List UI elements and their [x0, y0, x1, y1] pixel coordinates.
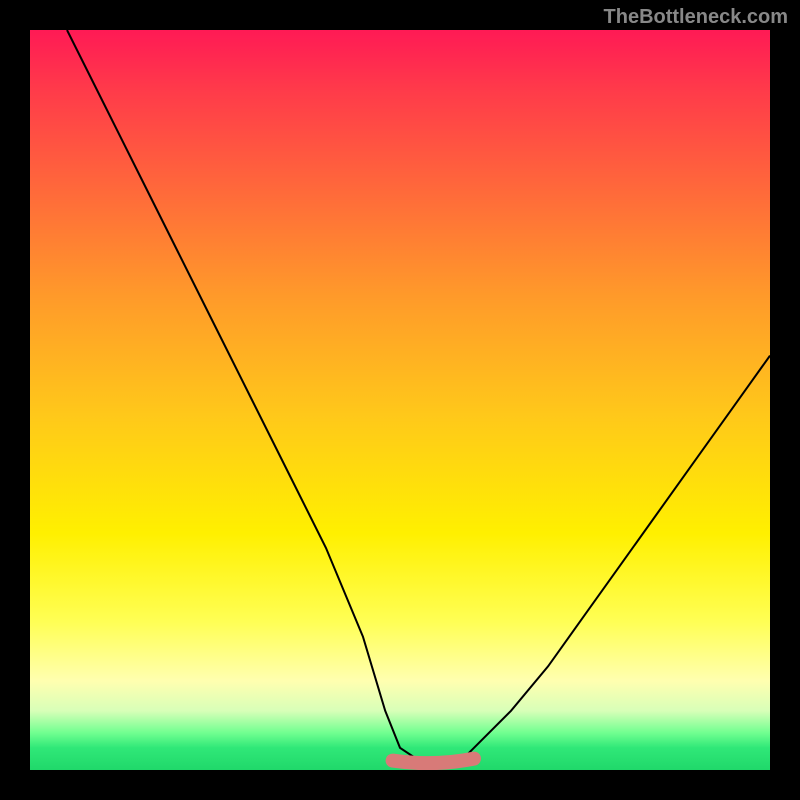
- chart-plot-area: [30, 30, 770, 770]
- chart-svg: [30, 30, 770, 770]
- bottleneck-curve-line: [67, 30, 770, 763]
- watermark-text: TheBottleneck.com: [604, 6, 788, 29]
- valley-marker: [393, 759, 474, 764]
